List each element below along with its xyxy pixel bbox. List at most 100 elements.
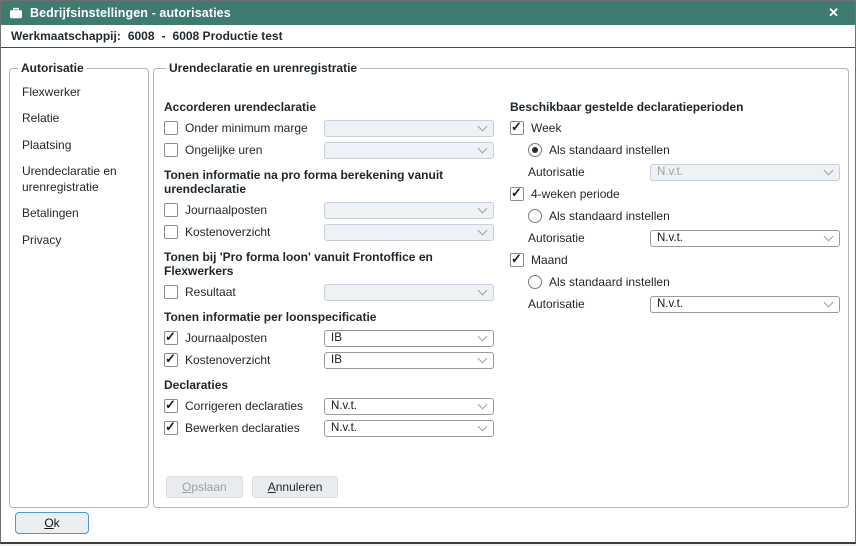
week-checkbox[interactable] <box>510 121 524 135</box>
close-icon[interactable]: ✕ <box>820 1 847 25</box>
company-bar: Werkmaatschappij: 6008 - 6008 Productie … <box>1 25 855 48</box>
ongelijke-uren-checkbox[interactable] <box>164 143 178 157</box>
sidebar-item-plaatsing[interactable]: Plaatsing <box>16 132 142 159</box>
onder-minimum-marge-select[interactable] <box>324 120 494 137</box>
kostenoverzicht-proforma-select[interactable] <box>324 224 494 241</box>
setting-row: Ongelijke uren <box>164 141 494 159</box>
setting-row: Journaalposten <box>164 201 494 219</box>
vier-weken-default-radio[interactable] <box>528 209 542 223</box>
company-separator: - <box>162 29 166 43</box>
maand-autorisatie-select[interactable]: N.v.t. <box>650 296 840 313</box>
chevron-down-icon <box>478 422 488 432</box>
select-value: IB <box>331 332 479 344</box>
period-row: Maand <box>510 251 840 269</box>
chevron-down-icon <box>478 204 488 214</box>
chevron-down-icon <box>478 144 488 154</box>
autorisatie-label: Autorisatie <box>528 165 650 179</box>
period-label: Maand <box>531 253 840 267</box>
chevron-down-icon <box>478 122 488 132</box>
sidebar-item-privacy[interactable]: Privacy <box>16 228 142 255</box>
setting-row: Onder minimum marge <box>164 119 494 137</box>
sidebar: Autorisatie Flexwerker Relatie Plaatsing… <box>9 61 149 508</box>
resultaat-select[interactable] <box>324 284 494 301</box>
vier-weken-checkbox[interactable] <box>510 187 524 201</box>
week-autorisatie-select[interactable]: N.v.t. <box>650 164 840 181</box>
cancel-button[interactable]: Annuleren <box>252 476 339 498</box>
panel-legend: Urendeclaratie en urenregistratie <box>166 61 360 75</box>
sidebar-item-flexwerker[interactable]: Flexwerker <box>16 79 142 106</box>
period-label: 4-weken periode <box>531 187 840 201</box>
setting-label: Bewerken declaraties <box>185 421 324 435</box>
chevron-down-icon <box>478 226 488 236</box>
journaalposten-proforma-checkbox[interactable] <box>164 203 178 217</box>
section-heading: Accorderen urendeclaratie <box>164 100 494 114</box>
period-row: Week <box>510 119 840 137</box>
autorisatie-row: Autorisatie N.v.t. <box>510 163 840 181</box>
maand-default-radio[interactable] <box>528 275 542 289</box>
journaalposten-loon-checkbox[interactable] <box>164 331 178 345</box>
bewerken-declaraties-select[interactable]: N.v.t. <box>324 420 494 437</box>
autorisatie-label: Autorisatie <box>528 231 650 245</box>
period-row: 4-weken periode <box>510 185 840 203</box>
company-code: 6008 <box>128 29 155 43</box>
setting-label: Ongelijke uren <box>185 143 324 157</box>
journaalposten-loon-select[interactable]: IB <box>324 330 494 347</box>
setting-label: Kostenoverzicht <box>185 225 324 239</box>
vier-weken-autorisatie-select[interactable]: N.v.t. <box>650 230 840 247</box>
setting-label: Onder minimum marge <box>185 121 324 135</box>
setting-label: Journaalposten <box>185 203 324 217</box>
autorisatie-label: Autorisatie <box>528 297 650 311</box>
chevron-down-icon <box>478 400 488 410</box>
setting-row: Corrigeren declaraties N.v.t. <box>164 397 494 415</box>
setting-row: Kostenoverzicht <box>164 223 494 241</box>
panel-buttons: Opslaan Annuleren <box>166 476 338 498</box>
corrigeren-declaraties-select[interactable]: N.v.t. <box>324 398 494 415</box>
resultaat-checkbox[interactable] <box>164 285 178 299</box>
onder-minimum-marge-checkbox[interactable] <box>164 121 178 135</box>
week-default-radio[interactable] <box>528 143 542 157</box>
sidebar-item-relatie[interactable]: Relatie <box>16 106 142 133</box>
period-maand: Maand Als standaard instellen Autorisati… <box>510 251 840 313</box>
setting-row: Kostenoverzicht IB <box>164 351 494 369</box>
company-label: Werkmaatschappij: <box>11 29 121 43</box>
bewerken-declaraties-checkbox[interactable] <box>164 421 178 435</box>
ok-button[interactable]: Ok <box>15 512 89 534</box>
kostenoverzicht-proforma-checkbox[interactable] <box>164 225 178 239</box>
period-week: Week Als standaard instellen Autorisatie… <box>510 119 840 181</box>
select-value: N.v.t. <box>331 400 479 412</box>
sidebar-item-betalingen[interactable]: Betalingen <box>16 201 142 228</box>
setting-label: Journaalposten <box>185 331 324 345</box>
chevron-down-icon <box>478 354 488 364</box>
sidebar-legend: Autorisatie <box>18 61 87 75</box>
maand-checkbox[interactable] <box>510 253 524 267</box>
select-value: N.v.t. <box>657 166 825 178</box>
select-value: N.v.t. <box>657 232 825 244</box>
setting-label: Resultaat <box>185 285 324 299</box>
section-heading: Tonen informatie na pro forma berekening… <box>164 168 494 196</box>
setting-row: Resultaat <box>164 283 494 301</box>
ongelijke-uren-select[interactable] <box>324 142 494 159</box>
titlebar: Bedrijfsinstellingen - autorisaties ✕ <box>1 1 855 25</box>
chevron-down-icon <box>824 298 834 308</box>
select-value: IB <box>331 354 479 366</box>
right-column: Beschikbaar gestelde declaratieperioden … <box>510 91 840 317</box>
kostenoverzicht-loon-select[interactable]: IB <box>324 352 494 369</box>
radio-row: Als standaard instellen <box>528 141 840 159</box>
period-label: Week <box>531 121 840 135</box>
sidebar-item-urendeclaratie[interactable]: Urendeclaratie en urenregistratie <box>16 159 142 201</box>
corrigeren-declaraties-checkbox[interactable] <box>164 399 178 413</box>
radio-label: Als standaard instellen <box>549 143 840 157</box>
autorisatie-row: Autorisatie N.v.t. <box>510 295 840 313</box>
chevron-down-icon <box>478 286 488 296</box>
radio-label: Als standaard instellen <box>549 275 840 289</box>
journaalposten-proforma-select[interactable] <box>324 202 494 219</box>
chevron-down-icon <box>478 332 488 342</box>
autorisatie-row: Autorisatie N.v.t. <box>510 229 840 247</box>
select-value: N.v.t. <box>657 298 825 310</box>
section-heading: Tonen bij 'Pro forma loon' vanuit Fronto… <box>164 250 494 278</box>
left-column: Accorderen urendeclaratie Onder minimum … <box>164 91 494 441</box>
chevron-down-icon <box>824 232 834 242</box>
kostenoverzicht-loon-checkbox[interactable] <box>164 353 178 367</box>
save-button[interactable]: Opslaan <box>166 476 243 498</box>
chevron-down-icon <box>824 166 834 176</box>
